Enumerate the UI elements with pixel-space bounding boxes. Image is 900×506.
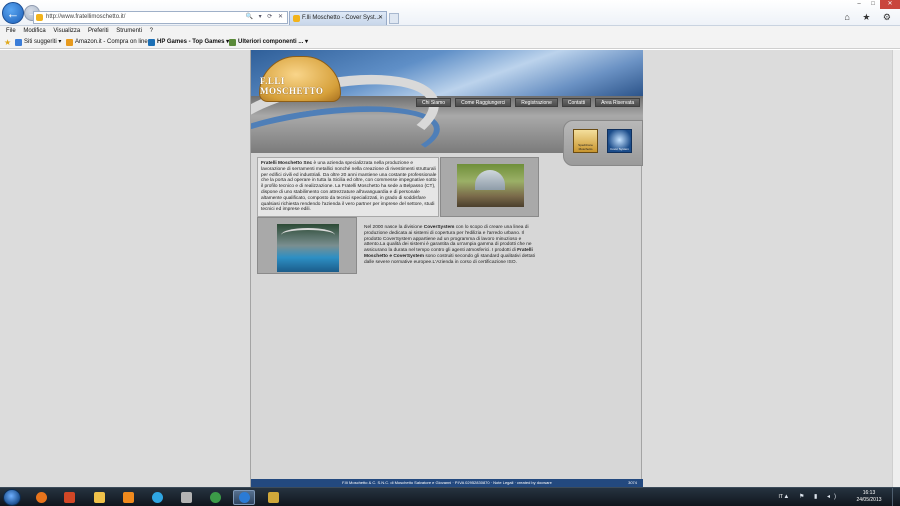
taskbar-fireworks[interactable]	[262, 490, 284, 505]
nav-come-raggiungerci[interactable]: Come Raggiungerci	[455, 98, 512, 107]
address-bar[interactable]: http://www.fratellimoschetto.it/ 🔍 ▾ ⟳ ✕	[33, 11, 288, 24]
site-nav: Chi Siamo Come Raggiungerci Registrazion…	[416, 98, 641, 107]
logo-text: F.LLI MOSCHETTO	[260, 76, 324, 96]
folder-icon	[93, 492, 105, 503]
taskbar-office[interactable]	[58, 490, 80, 505]
window-controls: – □ ✕	[852, 0, 900, 9]
nav-contatti[interactable]: Contatti	[561, 98, 592, 107]
photo-box-pool	[257, 217, 357, 274]
tab-close-icon[interactable]: ✕	[378, 12, 383, 25]
clock[interactable]: 16:13 24/05/2013	[852, 490, 886, 504]
fav-hp-games[interactable]: HP Games - Top Games ▾	[148, 36, 229, 49]
addons-icon	[229, 39, 236, 46]
amazon-icon	[66, 39, 73, 46]
taskbar-internet-explorer[interactable]	[233, 490, 255, 505]
menu-modifica[interactable]: Modifica	[23, 26, 45, 36]
menu-help[interactable]: ?	[150, 26, 153, 36]
printer-icon	[180, 492, 192, 503]
menu-bar: File Modifica Visualizza Preferiti Strum…	[0, 26, 900, 36]
language-indicator[interactable]: IT	[779, 494, 783, 500]
link-icon	[15, 39, 22, 46]
taskbar: IT ▲ ⚑ ▮ ◂) 16:13 24/05/2013	[0, 487, 900, 506]
fav-amazon[interactable]: Amazon.it - Compra on line	[66, 36, 148, 49]
photo-pool-cover	[277, 224, 339, 272]
menu-visualizza[interactable]: Visualizza	[53, 26, 80, 36]
chrome-icon	[209, 492, 221, 503]
minimize-button[interactable]: –	[852, 0, 866, 9]
address-tools[interactable]: 🔍 ▾ ⟳ ✕	[245, 12, 285, 23]
firefox-icon	[35, 492, 47, 503]
fireworks-icon	[267, 492, 279, 503]
taskbar-media-player[interactable]	[117, 490, 139, 505]
browser-tab[interactable]: F.lli Moschetto - Cover Syst... ✕	[289, 11, 387, 25]
back-button[interactable]: ←	[2, 2, 24, 24]
favorites-bar: ★ Siti suggeriti ▾ Amazon.it - Compra on…	[0, 36, 900, 49]
new-tab-button[interactable]	[389, 13, 399, 24]
fav-siti-suggeriti[interactable]: Siti suggeriti ▾	[15, 36, 61, 49]
company-text: è una azienda specializzata nella produz…	[261, 161, 437, 213]
site-footer: F.lli Moschetto & C. S.N.C. di Moschetto…	[251, 479, 643, 487]
gazebo-shape	[475, 170, 505, 190]
thumb-cover-system[interactable]: Cover System	[607, 129, 632, 153]
ie-icon	[238, 492, 250, 503]
thumb-caption: Cover System	[610, 147, 629, 151]
play-icon	[122, 492, 134, 503]
coversystem-description: Nel 2000 nasce la divisione CoverSystem …	[364, 225, 535, 265]
screen: ← → http://www.fratellimoschetto.it/ 🔍 ▾…	[0, 0, 900, 506]
company-description: Fratelli Moschetto Snc è una azienda spe…	[261, 161, 437, 213]
taskbar-printer[interactable]	[175, 490, 197, 505]
address-url[interactable]: http://www.fratellimoschetto.it/	[46, 12, 125, 23]
hp-icon	[148, 39, 155, 46]
site-favicon-icon	[36, 14, 43, 21]
side-thumbnail-panel: Spedizione Moschetto Cover System	[563, 120, 643, 166]
photo-gazebo	[457, 164, 524, 207]
taskbar-explorer[interactable]	[88, 490, 110, 505]
footer-text: F.lli Moschetto & C. S.N.C. di Moschetto…	[342, 480, 552, 485]
thumb-caption: Spedizione Moschetto	[578, 143, 593, 151]
brand-coversystem: CoverSystem	[423, 225, 455, 230]
home-favorites-tools-icons[interactable]: ⌂ ★ ⚙	[844, 12, 896, 23]
page-viewport: F.LLI MOSCHETTO Chi Siamo Come Raggiunge…	[0, 50, 900, 487]
nav-registrazione[interactable]: Registrazione	[515, 98, 558, 107]
start-button[interactable]	[3, 489, 21, 506]
arrow-left-icon: ←	[6, 5, 20, 21]
close-button[interactable]: ✕	[880, 0, 900, 9]
company-name: Fratelli Moschetto Snc	[261, 161, 313, 166]
nav-area-riservata[interactable]: Area Riservata	[595, 98, 641, 107]
website-page: F.LLI MOSCHETTO Chi Siamo Come Raggiunge…	[250, 50, 643, 487]
photo-box-gazebo	[440, 157, 539, 217]
menu-file[interactable]: File	[6, 26, 16, 36]
thumb-spedizione[interactable]: Spedizione Moschetto	[573, 129, 598, 153]
content-block-coversystem: Nel 2000 nasce la divisione CoverSystem …	[358, 217, 543, 274]
favorites-star-icon[interactable]: ★	[4, 36, 11, 49]
maximize-button[interactable]: □	[866, 0, 880, 9]
browser-toolbar: ← → http://www.fratellimoschetto.it/ 🔍 ▾…	[0, 0, 900, 26]
menu-preferiti[interactable]: Preferiti	[88, 26, 109, 36]
tab-title: F.lli Moschetto - Cover Syst...	[302, 15, 380, 21]
system-tray-icons[interactable]: ▲ ⚑ ▮ ◂)	[783, 493, 840, 500]
fav-ulteriori[interactable]: Ulteriori componenti ... ▾	[229, 36, 308, 49]
vertical-scrollbar[interactable]	[892, 50, 900, 487]
clock-time: 16:13	[862, 490, 876, 496]
show-desktop-button[interactable]	[892, 488, 900, 506]
menu-strumenti[interactable]: Strumenti	[116, 26, 142, 36]
tab-favicon-icon	[293, 15, 300, 22]
office-icon	[63, 492, 75, 503]
content-block-company: Fratelli Moschetto Snc è una azienda spe…	[257, 157, 439, 217]
taskbar-chrome[interactable]	[204, 490, 226, 505]
skype-icon	[151, 492, 163, 503]
taskbar-skype[interactable]	[146, 490, 168, 505]
roof-shape	[281, 228, 335, 242]
footer-code: 3074	[628, 480, 637, 485]
taskbar-firefox[interactable]	[30, 490, 52, 505]
nav-chi-siamo[interactable]: Chi Siamo	[416, 98, 452, 107]
clock-date: 24/05/2013	[856, 497, 882, 503]
